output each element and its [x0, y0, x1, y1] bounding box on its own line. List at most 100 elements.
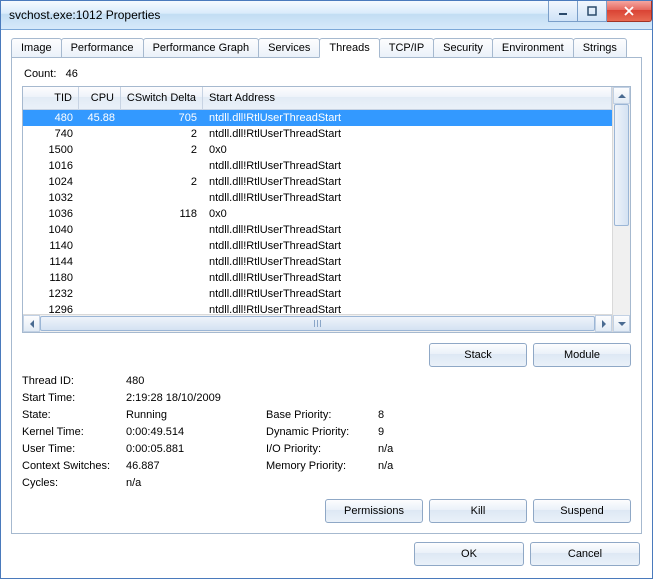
vertical-scroll-track[interactable]	[613, 104, 630, 315]
tab-security[interactable]: Security	[433, 38, 493, 58]
table-row[interactable]: 1180 ntdll.dll!RtlUserThreadStart	[23, 270, 612, 286]
label-kernel-time: Kernel Time:	[22, 426, 126, 438]
tab-services[interactable]: Services	[258, 38, 320, 58]
value-io-priority: n/a	[378, 443, 631, 455]
table-row[interactable]: 1040ntdll.dll!RtlUserThreadStart	[23, 222, 612, 238]
label-start-time: Start Time:	[22, 392, 126, 404]
client-area: ImagePerformancePerformance GraphService…	[1, 30, 652, 578]
cell-cswitch: 118	[121, 208, 203, 220]
cell-start-address: ntdll.dll!RtlUserThreadStart	[203, 240, 612, 252]
cell-tid: 1144	[23, 256, 79, 268]
cell-start-address: ntdll.dll!RtlUserThreadStart	[203, 224, 612, 236]
value-base-priority: 8	[378, 409, 631, 421]
table-row[interactable]: 1016 ntdll.dll!RtlUserThreadStart	[23, 158, 612, 174]
horizontal-scrollbar[interactable]	[23, 314, 612, 332]
cell-start-address: ntdll.dll!RtlUserThreadStart	[203, 288, 612, 300]
vertical-scrollbar[interactable]	[612, 87, 630, 332]
cell-tid: 1500	[23, 144, 79, 156]
cell-start-address: ntdll.dll!RtlUserThreadStart	[203, 304, 612, 314]
stack-module-buttons: Stack Module	[22, 343, 631, 367]
table-row[interactable]: 7402ntdll.dll!RtlUserThreadStart	[23, 126, 612, 142]
value-state: Running	[126, 409, 266, 421]
value-cycles: n/a	[126, 477, 266, 489]
tab-threads[interactable]: Threads	[319, 38, 379, 58]
cell-cpu: 45.88	[79, 112, 121, 124]
ok-button[interactable]: OK	[414, 542, 524, 566]
stack-button[interactable]: Stack	[429, 343, 527, 367]
cell-tid: 1024	[23, 176, 79, 188]
tab-strip: ImagePerformancePerformance GraphService…	[11, 38, 642, 58]
table-row[interactable]: 10242ntdll.dll!RtlUserThreadStart	[23, 174, 612, 190]
suspend-button[interactable]: Suspend	[533, 499, 631, 523]
maximize-button[interactable]	[578, 1, 607, 22]
value-start-time: 2:19:28 18/10/2009	[126, 392, 266, 404]
cell-start-address: ntdll.dll!RtlUserThreadStart	[203, 112, 612, 124]
cancel-button[interactable]: Cancel	[530, 542, 640, 566]
label-state: State:	[22, 409, 126, 421]
threads-grid: TID CPU CSwitch Delta Start Address 4804…	[22, 86, 631, 333]
vertical-scroll-thumb[interactable]	[614, 104, 629, 226]
tab-body-threads: Count: 46 TID CPU CSwitch Delta Start Ad…	[11, 57, 642, 534]
column-header-tid[interactable]: TID	[23, 87, 79, 109]
table-row[interactable]: 1140 ntdll.dll!RtlUserThreadStart	[23, 238, 612, 254]
cell-cswitch: 2	[121, 144, 203, 156]
scroll-left-button[interactable]	[23, 315, 40, 332]
tab-performance-graph[interactable]: Performance Graph	[143, 38, 260, 58]
tab-strings[interactable]: Strings	[573, 38, 627, 58]
cell-tid: 1016	[23, 160, 79, 172]
cell-tid: 1140	[23, 240, 79, 252]
thread-details: Thread ID: 480 Start Time: 2:19:28 18/10…	[22, 375, 631, 489]
close-button[interactable]	[607, 1, 652, 22]
cell-start-address: ntdll.dll!RtlUserThreadStart	[203, 272, 612, 284]
value-context-switches: 46.887	[126, 460, 266, 472]
cell-start-address: ntdll.dll!RtlUserThreadStart	[203, 128, 612, 140]
tab-tcp-ip[interactable]: TCP/IP	[379, 38, 434, 58]
module-button[interactable]: Module	[533, 343, 631, 367]
cell-start-address: ntdll.dll!RtlUserThreadStart	[203, 160, 612, 172]
thread-action-buttons: Permissions Kill Suspend	[22, 499, 631, 523]
cell-tid: 1032	[23, 192, 79, 204]
label-io-priority: I/O Priority:	[266, 443, 378, 455]
properties-window: svchost.exe:1012 Properties ImagePerform…	[0, 0, 653, 579]
table-row[interactable]: 10361180x0	[23, 206, 612, 222]
permissions-button[interactable]: Permissions	[325, 499, 423, 523]
cell-tid: 1180	[23, 272, 79, 284]
label-cycles: Cycles:	[22, 477, 126, 489]
table-row[interactable]: 1296ntdll.dll!RtlUserThreadStart	[23, 302, 612, 314]
column-header-cswitch[interactable]: CSwitch Delta	[121, 87, 203, 109]
minimize-button[interactable]	[548, 1, 578, 22]
table-row[interactable]: 1032ntdll.dll!RtlUserThreadStart	[23, 190, 612, 206]
grid-rows[interactable]: 48045.88705ntdll.dll!RtlUserThreadStart7…	[23, 110, 612, 314]
value-user-time: 0:00:05.881	[126, 443, 266, 455]
label-memory-priority: Memory Priority:	[266, 460, 378, 472]
kill-button[interactable]: Kill	[429, 499, 527, 523]
table-row[interactable]: 1500 20x0	[23, 142, 612, 158]
tab-environment[interactable]: Environment	[492, 38, 574, 58]
titlebar[interactable]: svchost.exe:1012 Properties	[1, 1, 652, 30]
count-label: Count:	[24, 68, 56, 80]
column-header-cpu[interactable]: CPU	[79, 87, 121, 109]
column-header-start-address[interactable]: Start Address	[203, 87, 612, 109]
value-kernel-time: 0:00:49.514	[126, 426, 266, 438]
cell-cswitch: 705	[121, 112, 203, 124]
table-row[interactable]: 1144 ntdll.dll!RtlUserThreadStart	[23, 254, 612, 270]
horizontal-scroll-thumb[interactable]	[40, 316, 595, 331]
tab-image[interactable]: Image	[11, 38, 62, 58]
value-dynamic-priority: 9	[378, 426, 631, 438]
cell-start-address: ntdll.dll!RtlUserThreadStart	[203, 256, 612, 268]
label-user-time: User Time:	[22, 443, 126, 455]
tab-performance[interactable]: Performance	[61, 38, 144, 58]
grid-header: TID CPU CSwitch Delta Start Address	[23, 87, 612, 110]
dialog-buttons: OK Cancel	[11, 534, 642, 568]
cell-tid: 1232	[23, 288, 79, 300]
table-row[interactable]: 48045.88705ntdll.dll!RtlUserThreadStart	[23, 110, 612, 126]
count-row: Count: 46	[24, 68, 629, 80]
scroll-down-button[interactable]	[613, 315, 630, 332]
scroll-right-button[interactable]	[595, 315, 612, 332]
cell-tid: 480	[23, 112, 79, 124]
scroll-up-button[interactable]	[613, 87, 630, 104]
label-thread-id: Thread ID:	[22, 375, 126, 387]
cell-start-address: 0x0	[203, 208, 612, 220]
cell-start-address: 0x0	[203, 144, 612, 156]
table-row[interactable]: 1232 ntdll.dll!RtlUserThreadStart	[23, 286, 612, 302]
